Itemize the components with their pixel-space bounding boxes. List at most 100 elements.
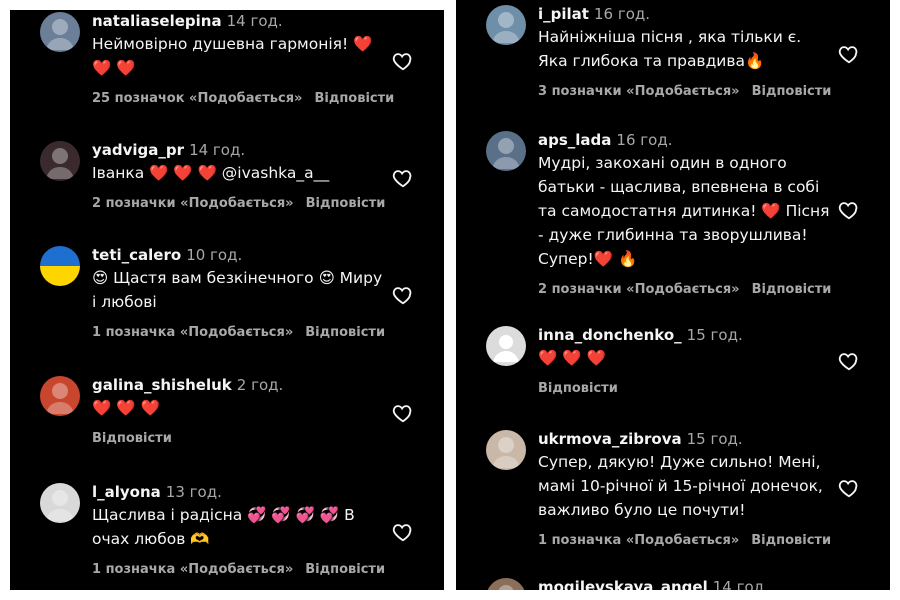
comment-body: aps_lada 16 год. Мудрі, закохані один в од… <box>538 129 832 299</box>
timestamp[interactable]: 14 год. <box>189 141 245 159</box>
likes-count-link[interactable]: 3 позначки «Подобається» <box>538 84 740 99</box>
comment-meta: 1 позначка «Подобається» Відповісти <box>538 532 832 550</box>
comment-item: i_pilat 16 год. Найніжніша пісня , яка тіл… <box>456 5 890 105</box>
comments-panel-left: nataliaselepina 14 год. Неймовірно душевна… <box>10 10 444 590</box>
username-link[interactable]: inna_donchenko_ <box>538 326 682 344</box>
reply-button[interactable]: Відповісти <box>538 381 618 396</box>
reply-button[interactable]: Відповісти <box>752 84 832 99</box>
heart-icon[interactable] <box>390 48 416 74</box>
comment-body: galina_shisheluk 2 год. ❤️ ❤️ ❤️ Відповісти <box>92 374 386 448</box>
username-link[interactable]: ukrmova_zibrova <box>538 430 682 448</box>
comment-text: Іванка ❤️ ❤️ ❤️ @ivashka_a__ <box>92 164 330 182</box>
avatar[interactable] <box>40 483 80 523</box>
comment-body: mogilevskaya_angel 14 год. <box>538 576 832 590</box>
comment-meta: 3 позначки «Подобається» Відповісти <box>538 83 832 101</box>
reply-button[interactable]: Відповісти <box>751 533 831 548</box>
reply-button[interactable]: Відповісти <box>752 282 832 297</box>
comment-body: yadviga_pr 14 год. Іванка ❤️ ❤️ ❤️ @ivashk… <box>92 139 386 213</box>
comment-header: ukrmova_zibrova 15 год. <box>538 428 832 450</box>
comment-item: aps_lada 16 год. Мудрі, закохані один в од… <box>456 131 890 301</box>
likes-count-link[interactable]: 1 позначка «Подобається» <box>92 325 293 340</box>
timestamp[interactable]: 15 год. <box>687 326 743 344</box>
comment-body: inna_donchenko_ 15 год. ❤️ ❤️ ❤️ Відповісти <box>538 324 832 398</box>
likes-count-link[interactable]: 2 позначки «Подобається» <box>538 282 740 297</box>
avatar[interactable] <box>486 430 526 470</box>
heart-icon[interactable] <box>836 475 862 501</box>
comment-header: mogilevskaya_angel 14 год. <box>538 576 832 590</box>
comment-body: nataliaselepina 14 год. Неймовірно душевна… <box>92 10 394 108</box>
comment-text: Щаслива і радісна 💞 💞 💞 💞 В очах любов 🫶 <box>92 506 355 548</box>
timestamp[interactable]: 16 год. <box>616 131 672 149</box>
username-link[interactable]: teti_calero <box>92 246 181 264</box>
timestamp[interactable]: 10 год. <box>186 246 242 264</box>
avatar[interactable] <box>486 578 526 590</box>
comment-item: nataliaselepina 14 год. Неймовірно душевна… <box>10 12 444 122</box>
comments-panel-right: i_pilat 16 год. Найніжніша пісня , яка тіл… <box>456 0 890 590</box>
likes-count-link[interactable]: 1 позначка «Подобається» <box>538 533 739 548</box>
comment-header: i_pilat 16 год. <box>538 3 832 25</box>
reply-button[interactable]: Відповісти <box>314 91 394 106</box>
timestamp[interactable]: 15 год. <box>687 430 743 448</box>
comment-body: teti_calero 10 год. 😍 Щастя вам безкінечно… <box>92 244 386 342</box>
heart-icon[interactable] <box>390 282 416 308</box>
reply-button[interactable]: Відповісти <box>306 196 386 211</box>
comment-header: inna_donchenko_ 15 год. <box>538 324 832 346</box>
avatar[interactable] <box>486 5 526 45</box>
username-link[interactable]: l_alyona <box>92 483 161 501</box>
username-link[interactable]: i_pilat <box>538 5 589 23</box>
heart-icon[interactable] <box>390 400 416 426</box>
likes-count-link[interactable]: 2 позначки «Подобається» <box>92 196 294 211</box>
heart-icon[interactable] <box>836 197 862 223</box>
username-link[interactable]: nataliaselepina <box>92 12 222 30</box>
comment-body: l_alyona 13 год. Щаслива і радісна 💞 💞 💞 💞… <box>92 481 386 579</box>
timestamp[interactable]: 14 год. <box>713 578 769 590</box>
heart-icon[interactable] <box>390 519 416 545</box>
comment-meta: Відповісти <box>92 430 386 448</box>
comment-meta: 1 позначка «Подобається» Відповісти <box>92 561 386 579</box>
comment-meta: Відповісти <box>538 380 832 398</box>
likes-count-link[interactable]: 25 позначок «Подобається» <box>92 91 302 106</box>
timestamp[interactable]: 2 год. <box>237 376 284 394</box>
heart-icon[interactable] <box>836 348 862 374</box>
timestamp[interactable]: 13 год. <box>166 483 222 501</box>
reply-button[interactable]: Відповісти <box>305 325 385 340</box>
comment-text: 😍 Щастя вам безкінечного 😍 Миру і любові <box>92 269 383 311</box>
username-link[interactable]: galina_shisheluk <box>92 376 232 394</box>
timestamp[interactable]: 14 год. <box>227 12 283 30</box>
comment-header: nataliaselepina 14 год. <box>92 10 386 32</box>
reply-button[interactable]: Відповісти <box>92 431 172 446</box>
avatar[interactable] <box>486 131 526 171</box>
username-link[interactable]: mogilevskaya_angel <box>538 578 708 590</box>
comment-header: yadviga_pr 14 год. <box>92 139 386 161</box>
heart-icon[interactable] <box>836 41 862 67</box>
username-link[interactable]: aps_lada <box>538 131 611 149</box>
comment-text: ❤️ ❤️ ❤️ <box>92 399 160 417</box>
comment-text: Найніжніша пісня , яка тільки є. Яка гли… <box>538 28 802 70</box>
comment-text: ❤️ ❤️ ❤️ <box>538 349 606 367</box>
avatar[interactable] <box>40 12 80 52</box>
comment-item: galina_shisheluk 2 год. ❤️ ❤️ ❤️ Відповісти <box>10 376 444 462</box>
comment-body: i_pilat 16 год. Найніжніша пісня , яка тіл… <box>538 3 832 101</box>
comment-item: yadviga_pr 14 год. Іванка ❤️ ❤️ ❤️ @ivashk… <box>10 141 444 227</box>
comment-header: galina_shisheluk 2 год. <box>92 374 386 396</box>
comment-meta: 2 позначки «Подобається» Відповісти <box>538 281 832 299</box>
comment-header: teti_calero 10 год. <box>92 244 386 266</box>
comment-meta: 2 позначки «Подобається» Відповісти <box>92 195 386 213</box>
username-link[interactable]: yadviga_pr <box>92 141 184 159</box>
comment-item: l_alyona 13 год. Щаслива і радісна 💞 💞 💞 💞… <box>10 483 444 590</box>
avatar[interactable] <box>40 246 80 286</box>
avatar[interactable] <box>486 326 526 366</box>
likes-count-link[interactable]: 1 позначка «Подобається» <box>92 562 293 577</box>
comment-text: Неймовірно душевна гармонія! ❤️ ❤️ ❤️ <box>92 35 373 77</box>
comment-body: ukrmova_zibrova 15 год. Супер, дякую! Дуже… <box>538 428 832 550</box>
avatar[interactable] <box>40 141 80 181</box>
timestamp[interactable]: 16 год. <box>594 5 650 23</box>
comment-item: mogilevskaya_angel 14 год. <box>456 578 890 590</box>
comment-text: Супер, дякую! Дуже сильно! Мені, мамі 10… <box>538 453 823 519</box>
comment-header: l_alyona 13 год. <box>92 481 386 503</box>
comment-meta: 25 позначок «Подобається» Відповісти <box>92 90 394 108</box>
heart-icon[interactable] <box>390 165 416 191</box>
avatar[interactable] <box>40 376 80 416</box>
reply-button[interactable]: Відповісти <box>305 562 385 577</box>
comment-text: Мудрі, закохані один в одного батьки - щ… <box>538 154 830 268</box>
